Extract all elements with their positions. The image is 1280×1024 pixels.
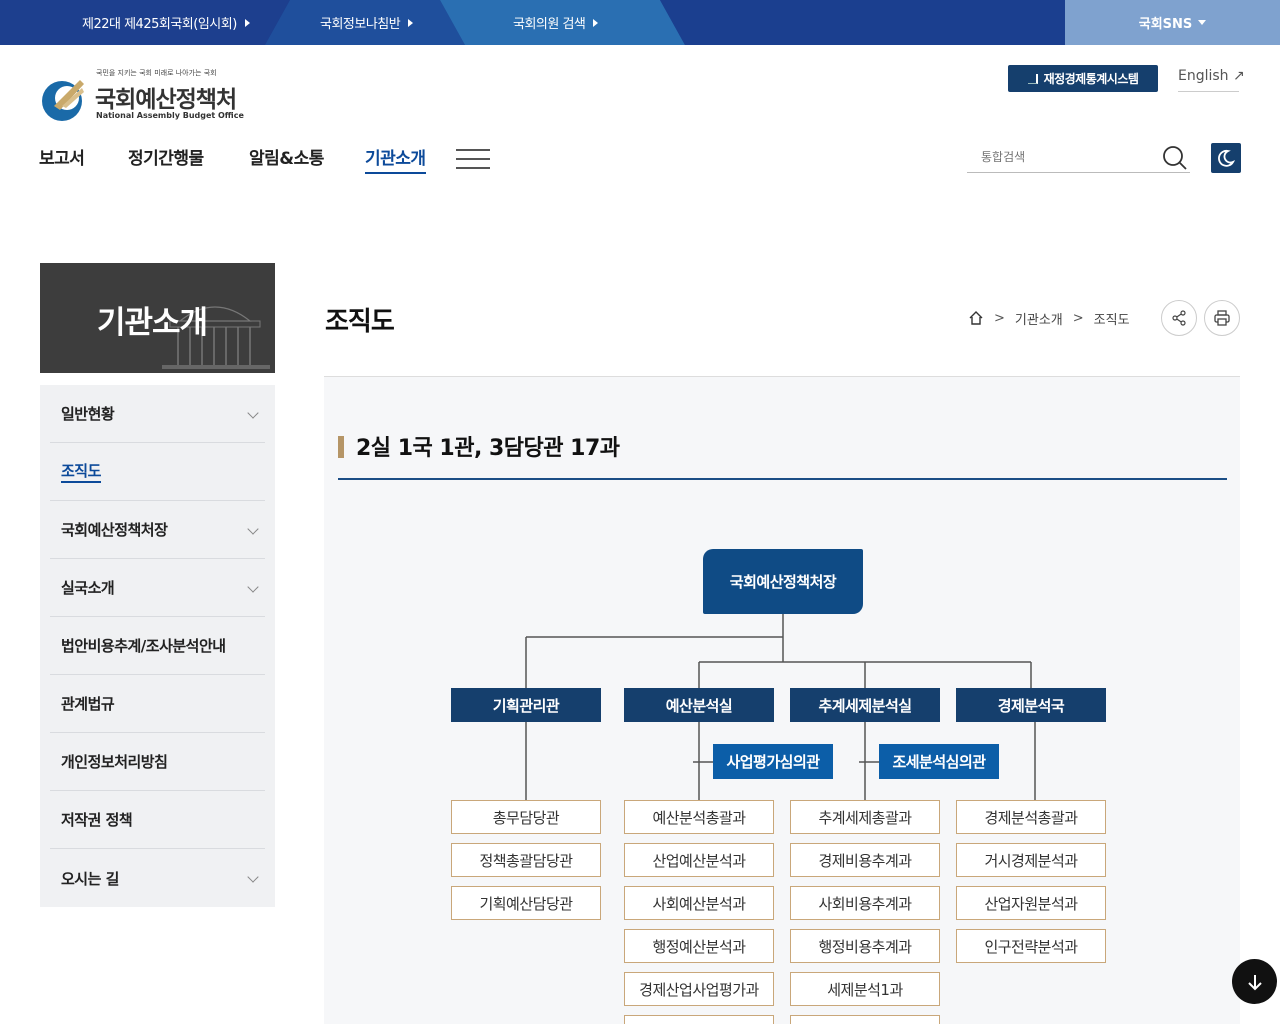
org-dept-planning[interactable]: 기획관리관 bbox=[451, 688, 601, 722]
org-unit[interactable]: 산업자원분석과 bbox=[956, 886, 1106, 920]
org-unit-partial[interactable] bbox=[624, 1015, 774, 1024]
org-head-box[interactable]: 국회예산정책처장 bbox=[703, 549, 863, 614]
org-unit[interactable]: 경제분석총괄과 bbox=[956, 800, 1106, 834]
arrow-down-icon bbox=[1247, 974, 1262, 990]
org-unit[interactable]: 산업예산분석과 bbox=[624, 843, 774, 877]
org-unit[interactable]: 기획예산담당관 bbox=[451, 886, 601, 920]
org-unit[interactable]: 거시경제분석과 bbox=[956, 843, 1106, 877]
org-unit[interactable]: 예산분석총괄과 bbox=[624, 800, 774, 834]
org-unit[interactable]: 정책총괄담당관 bbox=[451, 843, 601, 877]
scroll-down-button[interactable] bbox=[1232, 959, 1277, 1004]
org-unit-partial[interactable] bbox=[790, 1015, 940, 1024]
org-unit[interactable]: 행정예산분석과 bbox=[624, 929, 774, 963]
org-unit[interactable]: 경제산업사업평가과 bbox=[624, 972, 774, 1006]
org-unit[interactable]: 인구전략분석과 bbox=[956, 929, 1106, 963]
org-dept-budget-analysis[interactable]: 예산분석실 bbox=[624, 688, 774, 722]
org-subdept-tax-analysis[interactable]: 조세분석심의관 bbox=[879, 744, 999, 779]
org-dept-economic-analysis[interactable]: 경제분석국 bbox=[956, 688, 1106, 722]
org-unit[interactable]: 경제비용추계과 bbox=[790, 843, 940, 877]
org-unit[interactable]: 행정비용추계과 bbox=[790, 929, 940, 963]
org-unit[interactable]: 사회비용추계과 bbox=[790, 886, 940, 920]
org-unit[interactable]: 추계세제총괄과 bbox=[790, 800, 940, 834]
org-subdept-program-evaluation[interactable]: 사업평가심의관 bbox=[713, 744, 833, 779]
org-unit[interactable]: 총무담당관 bbox=[451, 800, 601, 834]
org-unit[interactable]: 세제분석1과 bbox=[790, 972, 940, 1006]
org-dept-estimation-tax[interactable]: 추계세제분석실 bbox=[790, 688, 940, 722]
org-unit[interactable]: 사회예산분석과 bbox=[624, 886, 774, 920]
